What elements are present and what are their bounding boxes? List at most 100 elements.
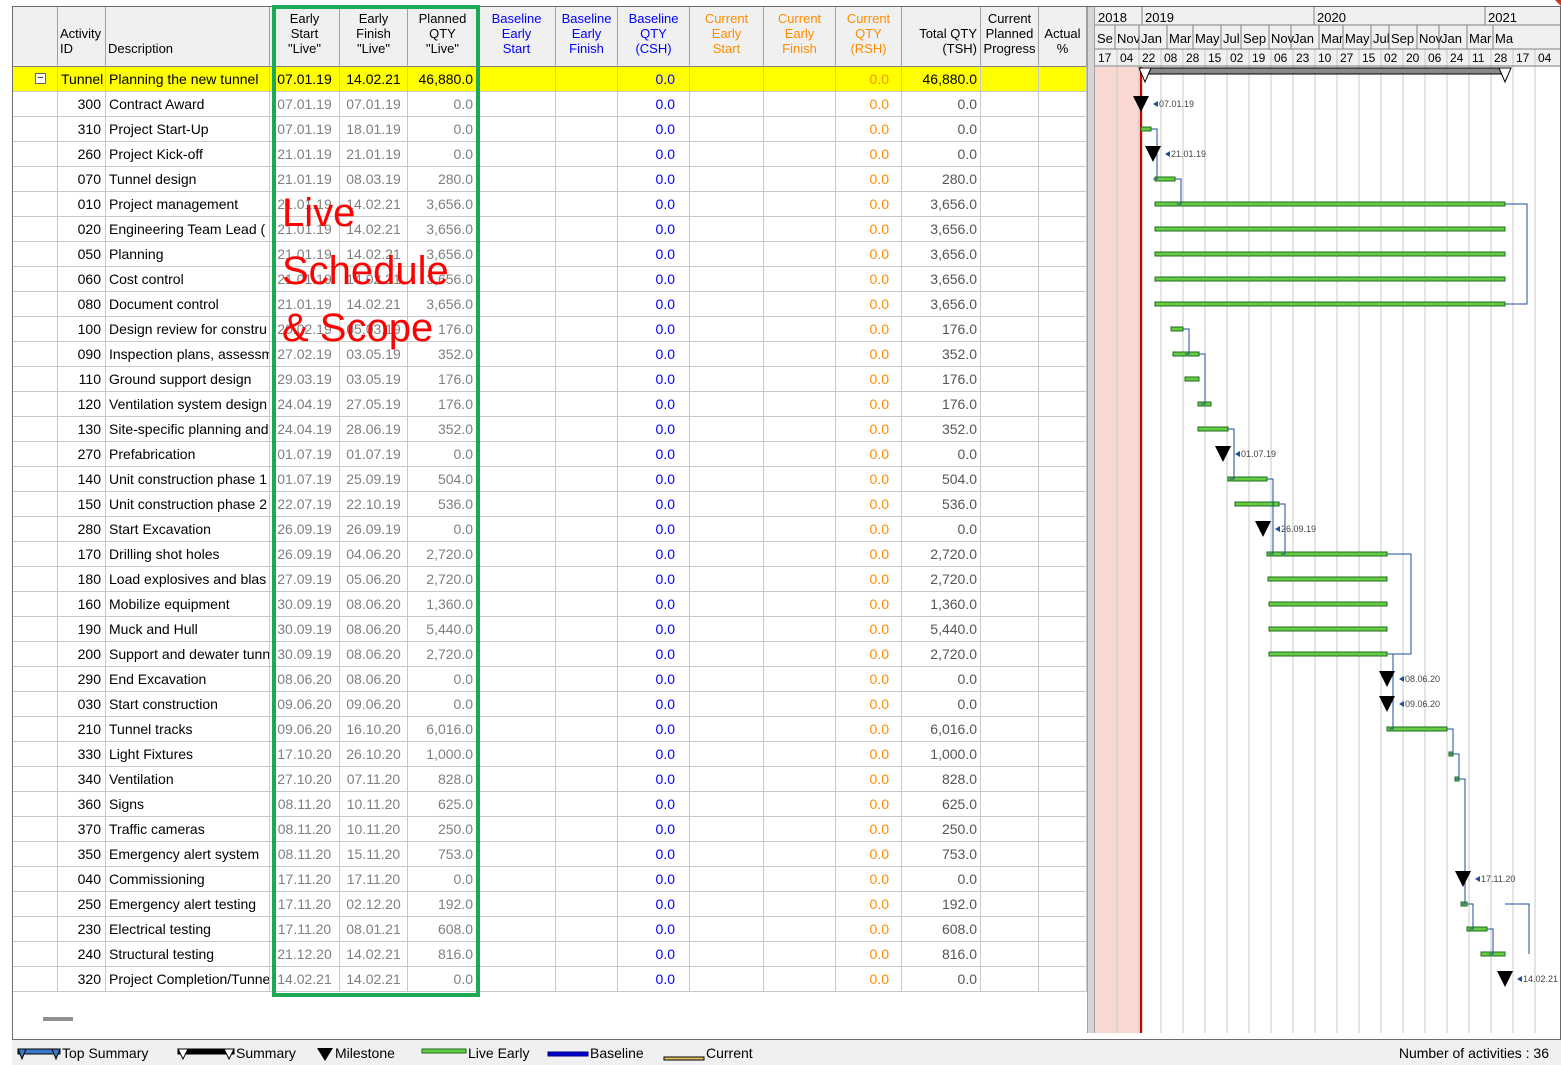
- row-early-start: 07.01.19: [270, 92, 340, 117]
- row-planned-qty: 828.0: [408, 767, 478, 792]
- table-row[interactable]: 320 Project Completion/Tunne 14.02.21 14.02…: [13, 967, 1087, 992]
- row-total-qty: 536.0: [902, 492, 981, 517]
- row-description: Emergency alert testing: [106, 892, 270, 917]
- header-baseline-early-finish[interactable]: Baseline Early Finish: [556, 7, 618, 67]
- table-row[interactable]: 270 Prefabrication 01.07.19 01.07.19 0.0 0.0 0…: [13, 442, 1087, 467]
- header-early-finish-live[interactable]: Early Finish "Live": [340, 7, 408, 67]
- row-total-qty: 0.0: [902, 117, 981, 142]
- table-row[interactable]: 040 Commissioning 17.11.20 17.11.20 0.0 0.0 0.…: [13, 867, 1087, 892]
- row-baseline-finish: [556, 867, 618, 892]
- summary-early-finish: 14.02.21: [340, 67, 408, 92]
- table-row[interactable]: 080 Document control 21.01.19 14.02.21 3,656…: [13, 292, 1087, 317]
- header-current-early-start[interactable]: Current Early Start: [690, 7, 764, 67]
- row-baseline-finish: [556, 142, 618, 167]
- table-row[interactable]: 100 Design review for constru 20.02.19 05.0…: [13, 317, 1087, 342]
- table-row[interactable]: 330 Light Fixtures 17.10.20 26.10.20 1,000.0…: [13, 742, 1087, 767]
- table-row[interactable]: 010 Project management 21.01.19 14.02.21 3,6…: [13, 192, 1087, 217]
- expander-cell: −: [13, 67, 58, 92]
- collapse-icon[interactable]: −: [35, 73, 46, 84]
- header-planned-qty-live[interactable]: Planned QTY "Live": [408, 7, 478, 67]
- table-row[interactable]: 230 Electrical testing 17.11.20 08.01.21 608…: [13, 917, 1087, 942]
- row-current-finish: [764, 467, 836, 492]
- row-planned-qty: 0.0: [408, 92, 478, 117]
- live-early-bar: [1268, 601, 1388, 607]
- header-baseline-qty[interactable]: Baseline QTY (CSH): [618, 7, 690, 67]
- table-row[interactable]: 260 Project Kick-off 21.01.19 21.01.19 0.0 0.…: [13, 142, 1087, 167]
- header-early-start-live[interactable]: Early Start "Live": [270, 7, 340, 67]
- header-total-qty[interactable]: Total QTY (TSH): [902, 7, 981, 67]
- table-row[interactable]: 160 Mobilize equipment 30.09.19 08.06.20 1,3…: [13, 592, 1087, 617]
- table-row[interactable]: 120 Ventilation system design 24.04.19 27.0…: [13, 392, 1087, 417]
- header-current-planned-progress[interactable]: Current Planned Progress: [981, 7, 1039, 67]
- row-current-start: [690, 742, 764, 767]
- table-row[interactable]: 210 Tunnel tracks 09.06.20 16.10.20 6,016.0 0…: [13, 717, 1087, 742]
- row-activity-id: 200: [58, 642, 106, 667]
- table-row[interactable]: 250 Emergency alert testing 17.11.20 02.12.…: [13, 892, 1087, 917]
- row-planned-qty: 176.0: [408, 317, 478, 342]
- row-actual-percent: [1039, 592, 1087, 617]
- row-early-finish: 18.01.19: [340, 117, 408, 142]
- row-baseline-finish: [556, 367, 618, 392]
- header-current-qty[interactable]: Current QTY (RSH): [836, 7, 902, 67]
- table-row[interactable]: 180 Load explosives and blas 27.09.19 05.06…: [13, 567, 1087, 592]
- table-row[interactable]: 190 Muck and Hull 30.09.19 08.06.20 5,440.0 0…: [13, 617, 1087, 642]
- table-row[interactable]: 050 Planning 21.01.19 14.02.21 3,656.0 0.0 0.0…: [13, 242, 1087, 267]
- header-baseline-early-start[interactable]: Baseline Early Start: [478, 7, 556, 67]
- table-row[interactable]: 170 Drilling shot holes 26.09.19 04.06.20 2,…: [13, 542, 1087, 567]
- header-description[interactable]: Description: [106, 7, 270, 67]
- table-row[interactable]: 110 Ground support design 29.03.19 03.05.19…: [13, 367, 1087, 392]
- table-row[interactable]: 140 Unit construction phase 1 01.07.19 25.0…: [13, 467, 1087, 492]
- collapse-handle-icon[interactable]: [43, 1017, 73, 1021]
- pane-splitter[interactable]: [1087, 7, 1095, 1033]
- gantt-month-label: Sep: [1391, 31, 1414, 46]
- row-current-qty: 0.0: [836, 642, 902, 667]
- table-row[interactable]: 020 Engineering Team Lead (21.01.19 14.02.…: [13, 217, 1087, 242]
- table-row[interactable]: 280 Start Excavation 26.09.19 26.09.19 0.0 0.…: [13, 517, 1087, 542]
- table-row[interactable]: 200 Support and dewater tunn 30.09.19 08.06…: [13, 642, 1087, 667]
- table-row[interactable]: 150 Unit construction phase 2 22.07.19 22.1…: [13, 492, 1087, 517]
- row-current-start: [690, 542, 764, 567]
- row-baseline-qty: 0.0: [618, 642, 690, 667]
- row-planned-qty: 625.0: [408, 792, 478, 817]
- table-row[interactable]: 290 End Excavation 08.06.20 08.06.20 0.0 0.0 0…: [13, 667, 1087, 692]
- expander-cell: [13, 442, 58, 467]
- expander-cell: [13, 542, 58, 567]
- gantt-month-label: May: [1345, 31, 1370, 46]
- table-row[interactable]: 070 Tunnel design 21.01.19 08.03.19 280.0 0.0…: [13, 167, 1087, 192]
- header-activity-id[interactable]: Activity ID: [58, 7, 106, 67]
- dependency-link: [1487, 928, 1494, 955]
- header-actual-percent[interactable]: Actual %: [1039, 7, 1087, 67]
- row-baseline-finish: [556, 567, 618, 592]
- row-baseline-qty: 0.0: [618, 667, 690, 692]
- table-row[interactable]: 310 Project Start-Up 07.01.19 18.01.19 0.0 0.…: [13, 117, 1087, 142]
- table-row[interactable]: 090 Inspection plans, assessm 27.02.19 03.0…: [13, 342, 1087, 367]
- row-description: Light Fixtures: [106, 742, 270, 767]
- row-description: Load explosives and blas: [106, 567, 270, 592]
- legend-current: Current: [662, 1044, 753, 1062]
- table-row[interactable]: 060 Cost control 21.01.19 14.02.21 3,656.0 0.…: [13, 267, 1087, 292]
- summary-icon: [177, 1048, 235, 1061]
- table-row[interactable]: 300 Contract Award 07.01.19 07.01.19 0.0 0.0 0…: [13, 92, 1087, 117]
- table-row[interactable]: 030 Start construction 09.06.20 09.06.20 0.0…: [13, 692, 1087, 717]
- row-baseline-start: [478, 842, 556, 867]
- table-row[interactable]: 130 Site-specific planning and 24.04.19 28.…: [13, 417, 1087, 442]
- milestone-marker: [1145, 146, 1161, 162]
- row-planned-progress: [981, 867, 1039, 892]
- row-early-start: 30.09.19: [270, 642, 340, 667]
- table-row[interactable]: 350 Emergency alert system 08.11.20 15.11.2…: [13, 842, 1087, 867]
- row-baseline-finish: [556, 792, 618, 817]
- table-row[interactable]: 370 Traffic cameras 08.11.20 10.11.20 250.0 0…: [13, 817, 1087, 842]
- row-activity-id: 060: [58, 267, 106, 292]
- header-expander: [13, 7, 58, 67]
- summary-row[interactable]: − Tunnel Planning the new tunnel 07.01.1…: [13, 67, 1087, 92]
- table-row[interactable]: 340 Ventilation 27.10.20 07.11.20 828.0 0.0 0.…: [13, 767, 1087, 792]
- table-row[interactable]: 240 Structural testing 21.12.20 14.02.21 816…: [13, 942, 1087, 967]
- gantt-day-label: 02: [1384, 51, 1398, 65]
- row-baseline-finish: [556, 317, 618, 342]
- row-actual-percent: [1039, 117, 1087, 142]
- row-activity-id: 110: [58, 367, 106, 392]
- header-current-early-finish[interactable]: Current Early Finish: [764, 7, 836, 67]
- row-activity-id: 230: [58, 917, 106, 942]
- row-early-finish: 15.11.20: [340, 842, 408, 867]
- table-row[interactable]: 360 Signs 08.11.20 10.11.20 625.0 0.0 0.0 625.0: [13, 792, 1087, 817]
